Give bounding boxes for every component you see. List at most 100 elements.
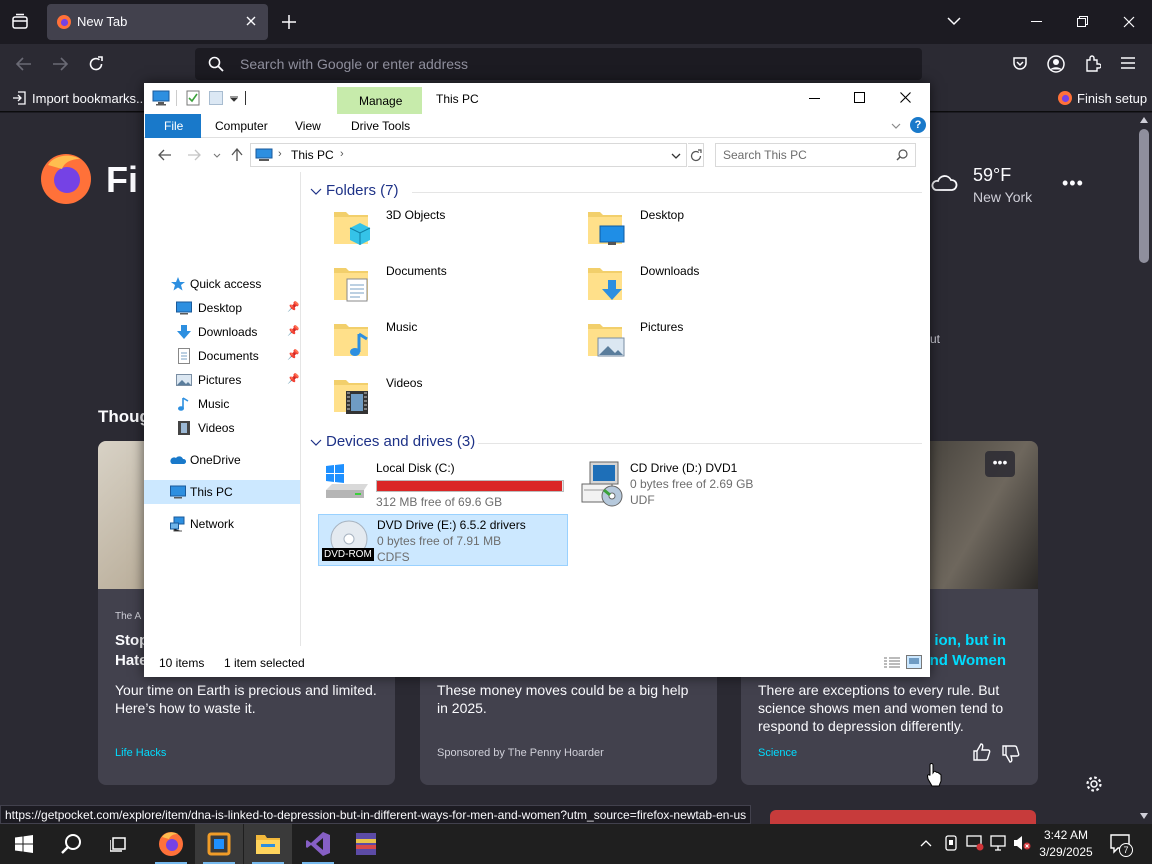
taskbar-firefox[interactable] [147, 824, 195, 864]
explorer-status-bar: 10 items 1 item selected [144, 646, 930, 677]
expand-ribbon-icon[interactable] [891, 123, 901, 129]
weather-menu-icon[interactable]: ••• [1062, 173, 1084, 194]
nav-music[interactable]: Music [144, 392, 300, 416]
search-button[interactable] [48, 824, 96, 864]
help-icon[interactable]: ? [910, 117, 926, 133]
recent-locations-icon[interactable] [213, 153, 221, 158]
network-icon[interactable] [990, 835, 1008, 851]
clock[interactable]: 3:42 AM 3/29/2025 [1036, 827, 1096, 861]
minimize-icon[interactable] [809, 98, 820, 100]
scrollbar-thumb[interactable] [1139, 129, 1149, 263]
drive-tools-tab[interactable]: Drive Tools [351, 119, 410, 133]
tray-update-icon[interactable] [966, 835, 984, 851]
details-view-icon[interactable] [884, 657, 900, 669]
new-folder-icon[interactable] [209, 91, 223, 105]
nav-this-pc[interactable]: This PC [144, 480, 300, 504]
breadcrumb-this-pc[interactable]: This PC [291, 148, 334, 162]
tab-list-icon[interactable] [11, 13, 29, 31]
finish-setup-button[interactable]: Finish setup [1077, 91, 1147, 106]
close-tab-icon[interactable] [245, 15, 257, 27]
3d-objects-folder-icon [332, 206, 372, 248]
tab-new-tab[interactable]: New Tab [47, 4, 268, 40]
address-dropdown-icon[interactable] [671, 153, 681, 159]
forward-icon[interactable] [52, 56, 69, 72]
firefox-wordmark: Fi [106, 159, 138, 200]
folder-3d-objects[interactable]: 3D Objects [312, 202, 562, 254]
start-button[interactable] [0, 824, 48, 864]
show-hidden-icons-icon[interactable] [920, 839, 932, 847]
taskbar-winrar[interactable] [342, 824, 390, 864]
task-view-button[interactable] [96, 824, 144, 864]
url-bar[interactable]: Search with Google or enter address [195, 48, 922, 80]
large-icons-view-icon[interactable] [906, 655, 922, 669]
view-tab[interactable]: View [295, 119, 321, 133]
collapse-chevron-icon [310, 188, 322, 195]
restore-icon[interactable] [1077, 16, 1088, 27]
volume-muted-icon[interactable] [1013, 835, 1031, 851]
up-arrow-icon[interactable] [231, 148, 243, 162]
maximize-icon[interactable] [854, 92, 865, 103]
notification-center-icon[interactable]: 7 [1110, 834, 1133, 857]
breadcrumb-chevron-icon[interactable]: › [278, 148, 282, 160]
computer-tab[interactable]: Computer [215, 119, 268, 133]
customize-toolbar-icon[interactable] [230, 96, 238, 102]
drive-d[interactable]: CD Drive (D:) DVD1 0 bytes free of 2.69 … [572, 458, 822, 510]
folder-pictures[interactable]: Pictures [566, 314, 816, 366]
taskbar-visual-studio[interactable] [294, 824, 342, 864]
new-tab-icon[interactable] [282, 15, 296, 29]
scroll-down-icon[interactable] [1140, 813, 1148, 819]
thumbs-down-icon[interactable] [1002, 745, 1020, 763]
nav-quick-access[interactable]: Quick access [144, 272, 300, 296]
thumbs-up-icon[interactable] [973, 743, 991, 761]
nav-desktop[interactable]: Desktop 📌 [144, 296, 300, 320]
nav-documents[interactable]: Documents 📌 [144, 344, 300, 368]
list-all-tabs-icon[interactable] [947, 17, 961, 26]
refresh-icon[interactable] [688, 143, 704, 167]
menu-icon[interactable] [1121, 57, 1135, 69]
scroll-up-icon[interactable] [1140, 117, 1148, 123]
folder-music[interactable]: Music [312, 314, 562, 366]
breadcrumb-chevron-icon[interactable]: › [340, 148, 344, 160]
minimize-icon[interactable] [1031, 21, 1042, 23]
search-placeholder: Search This PC [723, 148, 807, 162]
drive-c[interactable]: Local Disk (C:) 312 MB free of 69.6 GB [318, 458, 568, 510]
pocket-icon[interactable] [1012, 56, 1028, 72]
address-bar[interactable]: › This PC › [250, 143, 687, 167]
firefox-icon [159, 832, 183, 856]
back-arrow-icon[interactable] [158, 149, 172, 161]
clock-time: 3:42 AM [1043, 828, 1089, 842]
close-icon[interactable] [900, 92, 911, 103]
nav-videos[interactable]: Videos [144, 416, 300, 440]
import-bookmarks-link[interactable]: Import bookmarks... [32, 91, 147, 106]
properties-icon[interactable] [186, 90, 201, 106]
nav-network[interactable]: Network [144, 512, 300, 536]
nav-downloads[interactable]: Downloads 📌 [144, 320, 300, 344]
weather-city: New York [973, 189, 1033, 205]
tray-app-icon[interactable] [944, 835, 958, 851]
nav-pictures[interactable]: Pictures 📌 [144, 368, 300, 392]
manage-tab[interactable]: Manage [337, 87, 422, 114]
reload-icon[interactable] [88, 56, 104, 72]
story-menu-icon[interactable]: ••• [985, 451, 1015, 477]
back-icon[interactable] [15, 56, 32, 72]
videos-folder-icon [332, 374, 372, 416]
forward-arrow-icon[interactable] [187, 149, 201, 161]
videos-icon [176, 420, 192, 436]
folder-downloads[interactable]: Downloads [566, 258, 816, 310]
settings-gear-icon[interactable] [1085, 775, 1103, 793]
weather-cloud-icon[interactable] [930, 170, 958, 194]
nav-onedrive[interactable]: OneDrive [144, 448, 300, 472]
account-icon[interactable] [1047, 55, 1065, 73]
file-tab[interactable]: File [145, 114, 201, 138]
extensions-icon[interactable] [1084, 55, 1101, 72]
folder-videos[interactable]: Videos [312, 370, 562, 422]
folder-desktop[interactable]: Desktop [566, 202, 816, 254]
taskbar-file-explorer[interactable] [244, 824, 292, 864]
drive-e[interactable]: DVD-ROM DVD Drive (E:) 6.5.2 drivers 0 b… [318, 514, 568, 566]
this-pc-icon [170, 484, 186, 500]
close-window-icon[interactable] [1123, 16, 1135, 28]
search-box[interactable]: Search This PC [715, 143, 916, 167]
taskbar-app[interactable] [195, 824, 243, 864]
page-scrollbar[interactable] [1136, 113, 1152, 824]
folder-documents[interactable]: Documents [312, 258, 562, 310]
